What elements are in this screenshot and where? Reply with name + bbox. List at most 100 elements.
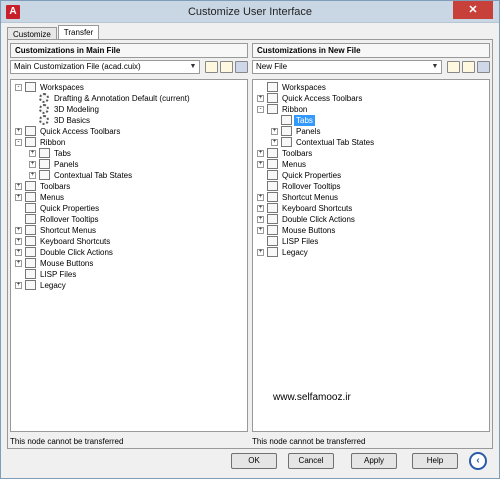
tree-node-label: Panels [54, 160, 79, 169]
toolbar-icon [25, 181, 36, 191]
tree-node-label: Rollover Tooltips [40, 215, 99, 224]
doubleclick-icon [25, 247, 36, 257]
ok-button[interactable]: OK [231, 453, 277, 469]
collapse-icon[interactable]: - [15, 139, 22, 146]
legacy-icon [25, 280, 36, 290]
new-file-icon[interactable] [205, 61, 218, 73]
gear-icon [39, 93, 49, 103]
right-status: This node cannot be transferred [252, 437, 366, 446]
cancel-button[interactable]: Cancel [288, 453, 334, 469]
tree-node-label: Quick Properties [282, 171, 342, 180]
help-button[interactable]: Help [412, 453, 458, 469]
expand-icon[interactable]: + [257, 249, 264, 256]
contextual-icon [39, 170, 50, 180]
collapse-icon[interactable]: - [257, 106, 264, 113]
expand-icon[interactable]: + [257, 161, 264, 168]
main-file-panel: Customizations in Main File Main Customi… [10, 43, 248, 447]
expand-icon[interactable]: + [15, 260, 22, 267]
collapse-icon[interactable]: - [15, 84, 22, 91]
contextual-icon [281, 137, 292, 147]
expand-icon[interactable]: + [29, 150, 36, 157]
menu-icon [267, 192, 278, 202]
menu-icon [25, 192, 36, 202]
tree-node-label: Double Click Actions [282, 215, 355, 224]
apply-button[interactable]: Apply [351, 453, 397, 469]
ribbon-icon [25, 137, 36, 147]
customize-ui-window: A Customize User Interface ✕ Customize T… [0, 0, 500, 479]
expand-icon[interactable]: + [257, 150, 264, 157]
tree-node-label: Shortcut Menus [40, 226, 97, 235]
main-file-header: Customizations in Main File [10, 43, 248, 58]
transfer-content: Customizations in Main File Main Customi… [7, 39, 493, 449]
expand-icon[interactable]: + [15, 249, 22, 256]
toolbar-icon [267, 93, 278, 103]
tree-node-label: Quick Access Toolbars [282, 94, 363, 103]
expand-icon[interactable]: + [257, 216, 264, 223]
tree-node-label: Tabs [294, 115, 315, 126]
expand-icon[interactable]: + [257, 205, 264, 212]
expand-icon[interactable]: + [257, 227, 264, 234]
workspace-icon [25, 82, 36, 92]
tab-bar: Customize Transfer [7, 25, 100, 41]
title-bar: A Customize User Interface ✕ [1, 1, 499, 23]
save-icon[interactable] [477, 61, 490, 73]
expand-icon[interactable]: + [29, 161, 36, 168]
tree-node-label: 3D Basics [54, 116, 91, 125]
new-file-header: Customizations in New File [252, 43, 490, 58]
main-file-tree[interactable]: - Workspaces Drafting & Annotation Default… [10, 79, 248, 432]
expand-icon[interactable]: + [257, 194, 264, 201]
tree-node-label: 3D Modeling [54, 105, 99, 114]
expand-icon[interactable]: + [29, 172, 36, 179]
left-status: This node cannot be transferred [10, 437, 124, 446]
tree-node-label: Workspaces [282, 83, 326, 92]
expand-icon[interactable]: + [15, 128, 22, 135]
tree-node-label: Ribbon [40, 138, 66, 147]
tree-node-label: Menus [282, 160, 307, 169]
expand-icon[interactable]: + [15, 183, 22, 190]
properties-icon [25, 203, 36, 213]
workspace-icon [267, 82, 278, 92]
new-file-select[interactable]: New File ▼ [252, 60, 442, 74]
main-file-select[interactable]: Main Customization File (acad.cuix) ▼ [10, 60, 200, 74]
doubleclick-icon [267, 214, 278, 224]
tree-node-label: Drafting & Annotation Default (current) [54, 94, 190, 103]
main-file-select-value: Main Customization File (acad.cuix) [14, 62, 141, 71]
expand-icon[interactable]: + [15, 194, 22, 201]
tree-node-label: Ribbon [282, 105, 308, 114]
expand-icon[interactable]: + [15, 227, 22, 234]
tree-node-label: Keyboard Shortcuts [40, 237, 111, 246]
expand-icon[interactable]: + [271, 128, 278, 135]
expand-icon[interactable]: + [257, 95, 264, 102]
tree-node-label: Contextual Tab States [296, 138, 375, 147]
tooltip-icon [25, 214, 36, 224]
lisp-icon [25, 269, 36, 279]
new-file-select-value: New File [256, 62, 288, 71]
tree-node-label: Legacy [40, 281, 66, 290]
toolbar-icon [267, 148, 278, 158]
menu-icon [267, 159, 278, 169]
tree-node-label: Keyboard Shortcuts [282, 204, 353, 213]
expand-icon[interactable]: + [271, 139, 278, 146]
save-icon[interactable] [235, 61, 248, 73]
tree-node-label: LISP Files [282, 237, 319, 246]
tree-node-label: Shortcut Menus [282, 193, 339, 202]
tree-node-label: Mouse Buttons [282, 226, 336, 235]
back-icon[interactable]: ‹ [469, 452, 487, 470]
expand-icon[interactable]: + [15, 238, 22, 245]
window-title: Customize User Interface [187, 6, 313, 18]
gear-icon [39, 104, 49, 114]
new-file-tree[interactable]: www.selfamooz.ir Workspaces + Quick Access… [252, 79, 490, 432]
open-folder-icon[interactable] [462, 61, 475, 73]
expand-icon[interactable]: + [15, 282, 22, 289]
tree-node-label: Rollover Tooltips [282, 182, 341, 191]
tree-node-label: Tabs [54, 149, 71, 158]
new-file-select-row: New File ▼ [252, 60, 490, 76]
keyboard-icon [25, 236, 36, 246]
tree-node-label: Legacy [282, 248, 308, 257]
open-folder-icon[interactable] [220, 61, 233, 73]
new-file-icon[interactable] [447, 61, 460, 73]
chevron-down-icon: ▼ [431, 63, 439, 70]
legacy-icon [267, 247, 278, 257]
tree-node-label: Panels [296, 127, 321, 136]
close-button[interactable]: ✕ [453, 1, 493, 19]
